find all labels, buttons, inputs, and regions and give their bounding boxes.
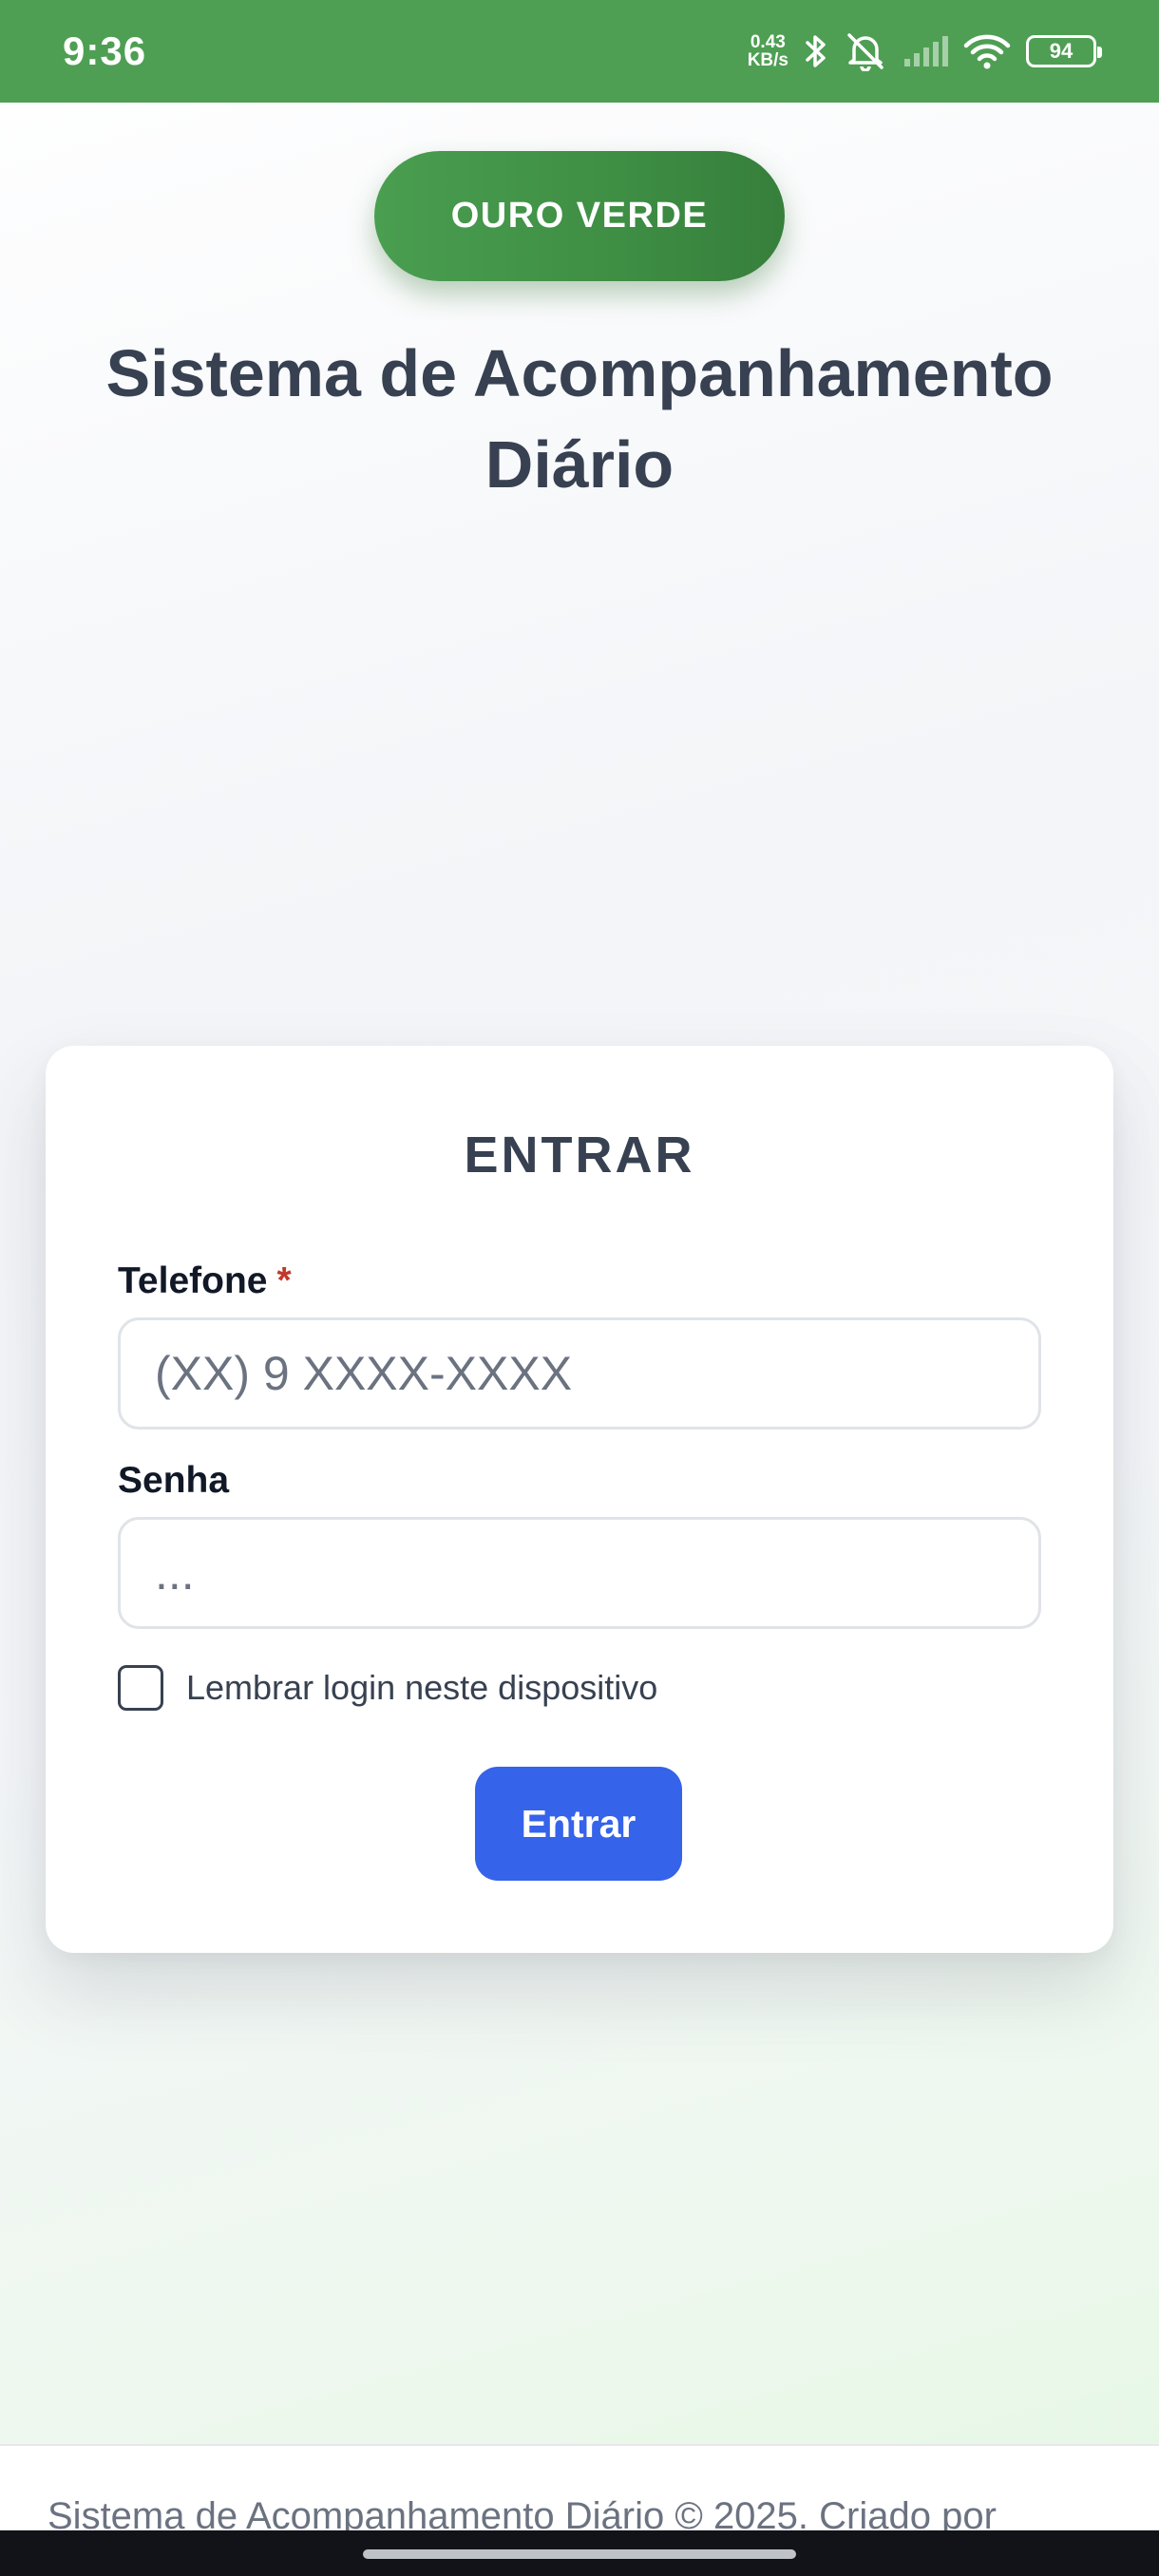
status-icons: 0.43 KB/s 94 [748,31,1102,71]
page-title: Sistema de Acompanhamento Diário [105,336,1054,502]
bell-muted-icon [844,31,887,71]
wifi-icon [963,33,1011,69]
battery-level: 94 [1049,39,1074,63]
status-time: 9:36 [63,28,147,73]
network-speed-unit: KB/s [747,50,788,70]
remember-row[interactable]: Lembrar login neste dispositivo [118,1665,657,1711]
battery-icon: 94 [1026,35,1102,67]
login-button[interactable]: Entrar [475,1767,682,1881]
phone-label: Telefone * [118,1260,292,1302]
network-speed-value: 0.43 [750,32,786,52]
network-speed: 0.43 KB/s [748,33,788,69]
cell-signal-icon [902,34,948,68]
phone-input[interactable] [118,1317,1041,1430]
home-indicator[interactable] [363,2549,796,2559]
bluetooth-icon [804,32,828,70]
login-card: ENTRAR Telefone* Senha Lembrar login nes… [46,1046,1113,1953]
remember-checkbox[interactable] [118,1665,163,1711]
navigation-bar [0,2530,1159,2576]
status-bar: 9:36 0.43 KB/s 94 [0,0,1159,103]
required-marker: * [276,1260,292,1301]
password-input[interactable] [118,1517,1041,1629]
phone-label-text: Telefone [118,1260,268,1301]
remember-label[interactable]: Lembrar login neste dispositivo [186,1668,657,1708]
password-label: Senha [118,1460,230,1501]
brand-badge: OURO VERDE [374,151,785,281]
login-title: ENTRAR [464,1127,695,1184]
